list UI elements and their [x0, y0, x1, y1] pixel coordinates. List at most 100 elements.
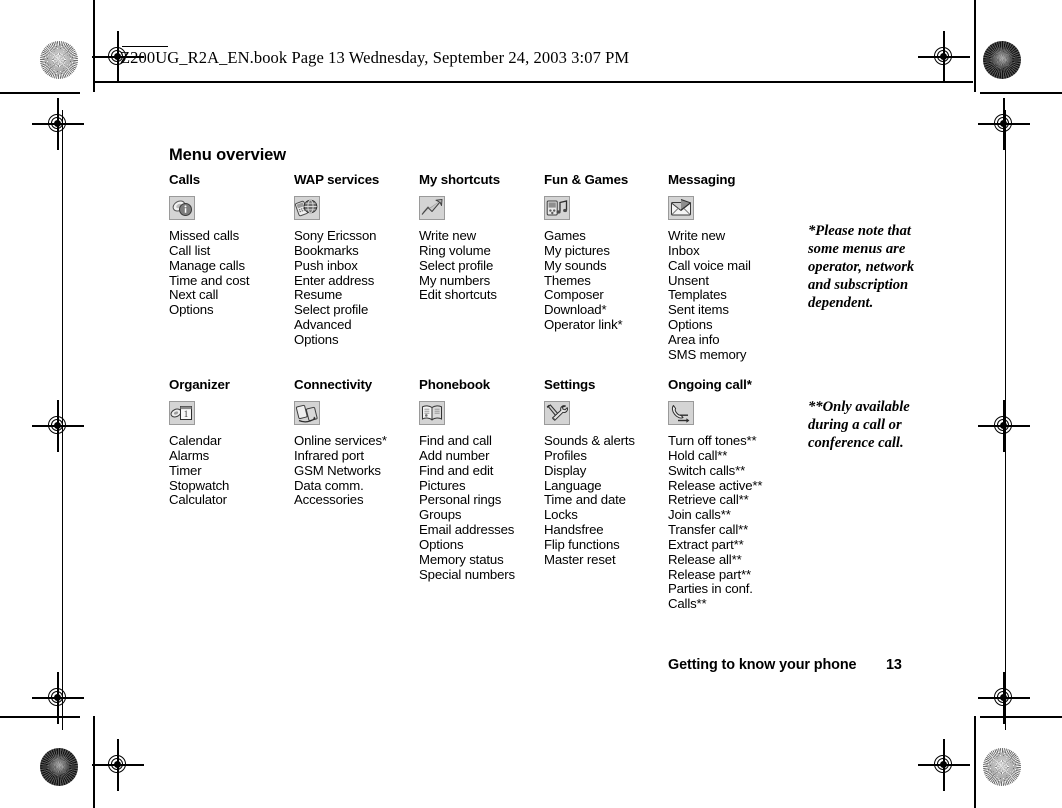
menu-item: Sony Ericsson: [294, 228, 377, 243]
menu-item: Download*: [544, 302, 607, 318]
menu-item: Infrared port: [294, 447, 364, 463]
crop-line-top-left-vertical: [93, 0, 95, 92]
column-items: Turn off tones** Hold call** Switch calls*…: [668, 433, 796, 612]
menu-item: Resume: [294, 287, 343, 303]
registration-mark-left-middle: [32, 400, 84, 452]
menu-item: Retrieve call**: [668, 492, 749, 508]
menu-item: Alarms: [169, 447, 210, 463]
footer-chapter: Getting to know your phone: [668, 657, 857, 673]
menu-item: Time and date: [544, 492, 626, 508]
menu-item: Time and cost: [169, 272, 250, 288]
column-heading: Settings: [544, 377, 596, 392]
registration-mark-bottom-left: [92, 739, 144, 791]
column-heading: My shortcuts: [419, 172, 500, 187]
wap-services-icon: [294, 196, 320, 220]
page-title: Menu overview: [169, 146, 286, 164]
menu-item: Themes: [544, 272, 591, 288]
menu-item: My numbers: [419, 272, 491, 288]
menu-item: Calendar: [169, 433, 222, 448]
menu-item: Personal rings: [419, 492, 502, 508]
crop-line-left-bottom-horizontal: [0, 716, 80, 718]
footer-page-number: 13: [886, 657, 902, 673]
registration-mark-left-lower: [32, 672, 84, 724]
footnote-single-star: *Please note that some menus are operato…: [808, 223, 915, 311]
menu-item: My pictures: [544, 242, 610, 258]
menu-column-wap-services: WAP services Sony Ericsson Bookmarks Push …: [294, 172, 422, 348]
menu-item: Language: [544, 477, 602, 493]
menu-item: Options: [419, 536, 464, 552]
menu-column-phonebook: Phonebook Find and call Add number Find an…: [419, 377, 547, 582]
menu-item: Transfer call**: [668, 522, 749, 538]
menu-item: Extract part**: [668, 536, 744, 552]
menu-item: Select profile: [419, 257, 494, 273]
my-shortcuts-icon: [419, 196, 445, 220]
menu-item: Operator link*: [544, 317, 623, 333]
menu-column-fun-and-games: Fun & Games Games My pictures My sounds The…: [544, 172, 672, 333]
document-page: Z200UG_R2A_EN.book Page 13 Wednesday, Se…: [0, 0, 1062, 808]
menu-item: Calculator: [169, 492, 227, 508]
header-file-line: Z200UG_R2A_EN.book Page 13 Wednesday, Se…: [120, 48, 630, 67]
menu-item: Options: [668, 317, 713, 333]
column-heading: Fun & Games: [544, 172, 629, 187]
color-star-target-bottom-left: [40, 748, 78, 786]
column-items: Missed calls Call list Manage calls Time an…: [169, 228, 297, 318]
column-items: Games My pictures My sounds Themes Composer D…: [544, 228, 672, 333]
color-star-target-top-right: [983, 41, 1021, 79]
column-heading: Organizer: [169, 377, 230, 392]
menu-item: Pictures: [419, 477, 466, 493]
column-heading: Calls: [169, 172, 201, 187]
menu-item: Calls**: [668, 596, 707, 612]
menu-item: Locks: [544, 507, 578, 523]
registration-mark-left-upper: [32, 98, 84, 150]
menu-item: Handsfree: [544, 522, 604, 538]
column-items: Find and call Add number Find and edit Pict…: [419, 433, 547, 582]
menu-item: Online services*: [294, 433, 387, 448]
menu-item: Profiles: [544, 447, 587, 463]
menu-item: Templates: [668, 287, 727, 303]
registration-mark-bottom-right: [918, 739, 970, 791]
crop-line-bottom-right-vertical: [974, 716, 976, 808]
color-star-target-top-left: [40, 41, 78, 79]
menu-item: Inbox: [668, 242, 700, 258]
column-items: Write new Inbox Call voice mail Unsent Templ…: [668, 228, 796, 363]
menu-item: Add number: [419, 447, 490, 463]
menu-item: Turn off tones**: [668, 433, 757, 448]
menu-column-my-shortcuts: My shortcuts Write new Ring volume Select …: [419, 172, 547, 303]
menu-column-messaging: Messaging Write new Inbox Call voice mail U…: [668, 172, 796, 363]
registration-mark-right-lower: [978, 672, 1030, 724]
crop-line-right-edge-vertical: [1005, 110, 1007, 730]
column-heading: Messaging: [668, 172, 736, 187]
menu-item: Release active**: [668, 477, 763, 493]
menu-item: Enter address: [294, 272, 375, 288]
column-heading: WAP services: [294, 172, 380, 187]
registration-mark-top-right: [918, 31, 970, 83]
registration-mark-right-upper: [978, 98, 1030, 150]
crop-line-left-top-horizontal: [0, 92, 80, 94]
ongoing-call-icon: [668, 401, 694, 425]
menu-item: Manage calls: [169, 257, 245, 273]
menu-item: Find and edit: [419, 462, 494, 478]
menu-item: Call voice mail: [668, 257, 751, 273]
menu-item: Data comm.: [294, 477, 364, 493]
menu-item: Groups: [419, 507, 462, 523]
organizer-icon: 1: [169, 401, 195, 425]
menu-item: Accessories: [294, 492, 364, 508]
menu-item: Hold call**: [668, 447, 728, 463]
menu-item: Select profile: [294, 302, 369, 318]
menu-column-calls: Calls Missed calls Call list Manage calls T…: [169, 172, 297, 318]
menu-item: Memory status: [419, 551, 504, 567]
column-heading: Ongoing call*: [668, 377, 752, 392]
menu-item: Stopwatch: [169, 477, 230, 493]
menu-column-ongoing-call: Ongoing call* Turn off tones** Hold call*…: [668, 377, 796, 612]
crop-line-right-top-horizontal: [980, 92, 1062, 94]
footer: Getting to know your phone 13: [668, 657, 902, 673]
svg-text:1: 1: [184, 409, 189, 419]
column-items: Online services* Infrared port GSM Network…: [294, 433, 422, 508]
connectivity-icon: [294, 401, 320, 425]
fun-and-games-icon: [544, 196, 570, 220]
color-star-target-bottom-right: [983, 748, 1021, 786]
phonebook-icon: [419, 401, 445, 425]
menu-item: Release part**: [668, 566, 751, 582]
menu-item: Push inbox: [294, 257, 358, 273]
menu-item: Write new: [419, 228, 477, 243]
